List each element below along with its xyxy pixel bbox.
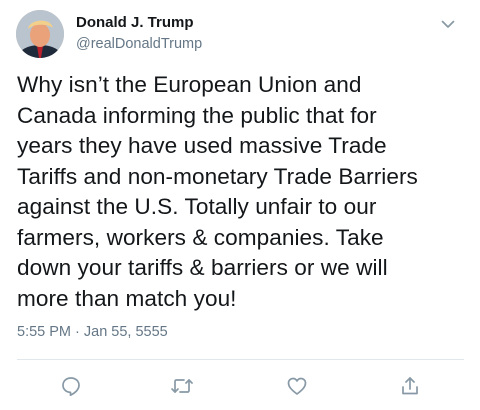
author-display-name[interactable]: Donald J. Trump bbox=[76, 13, 202, 32]
speech-bubble-icon bbox=[62, 377, 80, 397]
share-button[interactable] bbox=[396, 372, 424, 400]
retweet-arrows-icon bbox=[171, 379, 193, 393]
tweet-menu-button[interactable] bbox=[438, 14, 458, 34]
like-button[interactable] bbox=[283, 372, 311, 400]
heart-icon bbox=[287, 377, 307, 395]
tweet-author: Donald J. Trump @realDonaldTrump bbox=[76, 13, 202, 54]
retweet-button[interactable] bbox=[168, 372, 196, 400]
divider bbox=[17, 359, 464, 360]
profile-photo-icon bbox=[16, 10, 64, 58]
tweet-text: Why isn’t the European Union and Canada … bbox=[17, 72, 418, 311]
tweet-timestamp[interactable]: 5:55 PM · Jan 55, 5555 bbox=[17, 323, 168, 341]
tweet-card: Donald J. Trump @realDonaldTrump Why isn… bbox=[0, 0, 480, 410]
avatar[interactable] bbox=[16, 10, 64, 58]
chevron-down-icon bbox=[441, 20, 455, 28]
tweet-actions bbox=[0, 372, 480, 400]
share-upload-icon bbox=[402, 377, 418, 395]
reply-button[interactable] bbox=[57, 372, 85, 400]
author-handle[interactable]: @realDonaldTrump bbox=[76, 35, 202, 54]
